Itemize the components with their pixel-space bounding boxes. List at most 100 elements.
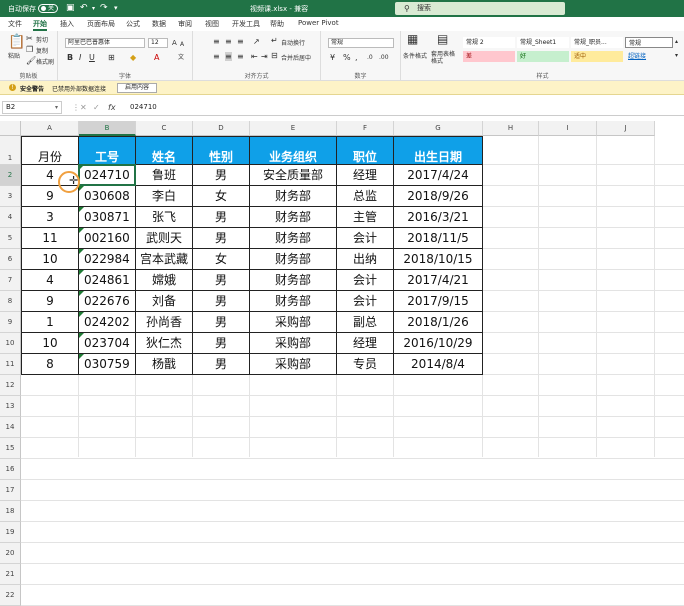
italic-icon[interactable]: I (79, 53, 81, 62)
row-header-19[interactable]: 19 (0, 522, 21, 543)
cell-month[interactable]: 10 (21, 249, 79, 270)
currency-icon[interactable]: ¥ (330, 53, 335, 62)
increase-font-icon[interactable]: A (172, 39, 177, 48)
bold-icon[interactable]: B (67, 53, 73, 62)
cell-department[interactable]: 财务部 (250, 249, 337, 270)
cell-month[interactable]: 11 (21, 228, 79, 249)
font-color-icon[interactable]: A (154, 53, 159, 62)
cell-birth-date[interactable]: 2018/10/15 (394, 249, 483, 270)
row-header-10[interactable]: 10 (0, 333, 21, 354)
column-header-h[interactable]: H (483, 121, 539, 136)
cell-department[interactable]: 安全质量部 (250, 165, 337, 186)
cell-employee-id[interactable]: 030759 (79, 354, 136, 375)
cell-birth-date[interactable]: 2017/4/21 (394, 270, 483, 291)
cell-birth-date[interactable]: 2018/11/5 (394, 228, 483, 249)
cell-birth-date[interactable]: 2016/10/29 (394, 333, 483, 354)
cell-position[interactable]: 总监 (337, 186, 394, 207)
tab-power-pivot[interactable]: Power Pivot (298, 19, 339, 27)
row-header-16[interactable]: 16 (0, 459, 21, 480)
cell-name[interactable]: 张飞 (136, 207, 193, 228)
name-box-dropdown-icon[interactable]: ▾ (55, 102, 58, 113)
number-as-text-indicator-icon[interactable] (79, 312, 84, 317)
number-format-select[interactable]: 常规 (328, 38, 394, 48)
cell-month[interactable]: 1 (21, 312, 79, 333)
format-painter-icon[interactable]: 🖌 (26, 56, 36, 65)
cell-employee-id[interactable]: 023704 (79, 333, 136, 354)
cell-gender[interactable]: 男 (193, 291, 250, 312)
tab-review[interactable]: 审阅 (178, 19, 192, 29)
tab-view[interactable]: 视图 (205, 19, 219, 29)
cell-department[interactable]: 财务部 (250, 186, 337, 207)
row-header-12[interactable]: 12 (0, 375, 21, 396)
align-left-icon[interactable]: ≡ (213, 52, 220, 61)
header-cell-gender[interactable]: 性别 (193, 136, 250, 165)
column-header-b[interactable]: B (79, 121, 136, 136)
font-size-select[interactable]: 12 (148, 38, 168, 48)
table-format-button[interactable]: 套用表格格式 (431, 51, 455, 65)
cell-month[interactable]: 8 (21, 354, 79, 375)
cell-department[interactable]: 采购部 (250, 333, 337, 354)
column-header-a[interactable]: A (21, 121, 79, 136)
tab-help[interactable]: 帮助 (270, 19, 284, 29)
cell-gender[interactable]: 男 (193, 270, 250, 291)
cell-position[interactable]: 会计 (337, 228, 394, 249)
styles-scroll-down-icon[interactable]: ▾ (675, 51, 678, 60)
cell-gender[interactable]: 男 (193, 312, 250, 333)
cell-position[interactable]: 会计 (337, 291, 394, 312)
header-cell-employee-id[interactable]: 工号 (79, 136, 136, 165)
merge-center-button[interactable]: 合并后居中 (281, 53, 311, 62)
cell-position[interactable]: 专员 (337, 354, 394, 375)
number-as-text-indicator-icon[interactable] (79, 333, 84, 338)
cell-birth-date[interactable]: 2016/3/21 (394, 207, 483, 228)
row-header-5[interactable]: 5 (0, 228, 21, 249)
cell-birth-date[interactable]: 2014/8/4 (394, 354, 483, 375)
cell-month[interactable]: 4 (21, 270, 79, 291)
paste-button[interactable]: 粘贴 (8, 51, 20, 60)
cell-gender[interactable]: 男 (193, 228, 250, 249)
row-header-11[interactable]: 11 (0, 354, 21, 375)
align-top-icon[interactable]: ≡ (213, 37, 220, 46)
cell-name[interactable]: 孙尚香 (136, 312, 193, 333)
conditional-format-button[interactable]: 条件格式 (403, 51, 427, 60)
row-header-6[interactable]: 6 (0, 249, 21, 270)
paste-icon[interactable]: 📋 (8, 35, 25, 49)
tab-file[interactable]: 文件 (8, 19, 22, 29)
border-icon[interactable]: ⊞ (108, 53, 115, 62)
row-header-21[interactable]: 21 (0, 564, 21, 585)
cell-gender[interactable]: 女 (193, 249, 250, 270)
fill-color-icon[interactable]: ◆ (130, 53, 136, 62)
cell-position[interactable]: 副总 (337, 312, 394, 333)
cell-employee-id[interactable]: 030608 (79, 186, 136, 207)
decrease-decimal-icon[interactable]: .00 (379, 53, 389, 62)
wrap-text-icon[interactable]: ↵ (271, 36, 278, 45)
cell-birth-date[interactable]: 2018/9/26 (394, 186, 483, 207)
cell-employee-id[interactable]: 024710 (79, 165, 136, 186)
column-header-d[interactable]: D (193, 121, 250, 136)
cell-department[interactable]: 财务部 (250, 207, 337, 228)
quick-access-customize-icon[interactable]: ▾ (114, 3, 118, 14)
row-header-7[interactable]: 7 (0, 270, 21, 291)
comma-icon[interactable]: , (355, 53, 358, 62)
style-bad[interactable]: 差 (463, 51, 515, 62)
column-header-e[interactable]: E (250, 121, 337, 136)
select-all-corner[interactable] (0, 121, 21, 136)
format-painter-button[interactable]: 格式刷 (36, 57, 54, 66)
row-header-2[interactable]: 2 (0, 165, 21, 186)
percent-icon[interactable]: % (343, 53, 351, 62)
row-header-14[interactable]: 14 (0, 417, 21, 438)
cancel-icon[interactable]: ✕ (80, 102, 87, 113)
cell-name[interactable]: 李白 (136, 186, 193, 207)
number-as-text-indicator-icon[interactable] (79, 186, 84, 191)
cell-name[interactable]: 鲁班 (136, 165, 193, 186)
row-header-17[interactable]: 17 (0, 480, 21, 501)
header-cell-position[interactable]: 职位 (337, 136, 394, 165)
cell-birth-date[interactable]: 2017/9/15 (394, 291, 483, 312)
enter-icon[interactable]: ✓ (93, 102, 100, 113)
cell-position[interactable]: 主管 (337, 207, 394, 228)
cut-icon[interactable]: ✂ (26, 34, 33, 43)
cell-employee-id[interactable]: 002160 (79, 228, 136, 249)
name-box[interactable]: B2 ▾ (2, 101, 62, 114)
cell-department[interactable]: 采购部 (250, 312, 337, 333)
number-as-text-indicator-icon[interactable] (79, 270, 84, 275)
more-options-icon[interactable]: ⋮ (72, 102, 80, 113)
